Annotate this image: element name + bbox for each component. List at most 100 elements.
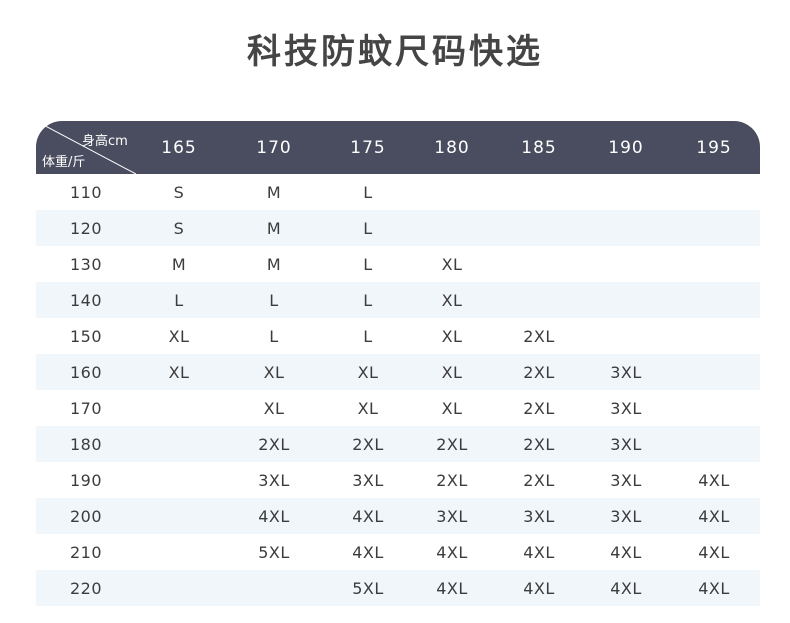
size-cell: 2XL bbox=[523, 434, 555, 454]
size-cell: M bbox=[266, 254, 282, 274]
size-cell bbox=[494, 282, 584, 318]
size-cell: 4XL bbox=[436, 578, 468, 598]
size-cell: L bbox=[174, 290, 184, 310]
weight-axis-label: 体重/斤 bbox=[42, 155, 86, 170]
header-height-3: 180 bbox=[434, 137, 470, 158]
size-cell: 3XL bbox=[610, 398, 642, 418]
size-cell: 4XL bbox=[698, 578, 730, 598]
header-height-1: 170 bbox=[256, 137, 292, 158]
header-height-6: 195 bbox=[696, 137, 732, 158]
size-cell: 2XL bbox=[436, 434, 468, 454]
size-cell: L bbox=[269, 326, 279, 346]
table-row: 130 M M L XL bbox=[36, 246, 760, 282]
size-cell: 2XL bbox=[523, 362, 555, 382]
size-cell: 5XL bbox=[352, 578, 384, 598]
weight-cell: 110 bbox=[69, 182, 103, 202]
size-cell: M bbox=[171, 254, 187, 274]
size-cell bbox=[136, 426, 222, 462]
size-cell bbox=[668, 174, 760, 210]
size-cell: XL bbox=[441, 362, 463, 382]
size-cell bbox=[584, 318, 668, 354]
size-cell: 3XL bbox=[436, 506, 468, 526]
height-axis-label: 身高cm bbox=[82, 134, 128, 149]
weight-cell: 140 bbox=[69, 290, 103, 310]
size-cell: XL bbox=[263, 398, 285, 418]
size-cell bbox=[410, 210, 494, 246]
header-height-4: 185 bbox=[521, 137, 557, 158]
size-cell bbox=[494, 246, 584, 282]
size-cell: 4XL bbox=[610, 542, 642, 562]
table-row: 150 XL L L XL 2XL bbox=[36, 318, 760, 354]
table-row: 200 4XL 4XL 3XL 3XL 3XL 4XL bbox=[36, 498, 760, 534]
size-cell: 2XL bbox=[436, 470, 468, 490]
size-cell: 4XL bbox=[523, 578, 555, 598]
size-cell: XL bbox=[168, 326, 190, 346]
weight-cell: 210 bbox=[69, 542, 103, 562]
table-row: 180 2XL 2XL 2XL 2XL 3XL bbox=[36, 426, 760, 462]
size-cell: 4XL bbox=[523, 542, 555, 562]
weight-cell: 120 bbox=[69, 218, 103, 238]
size-cell bbox=[668, 354, 760, 390]
size-cell: L bbox=[363, 182, 373, 202]
table-row: 170 XL XL XL 2XL 3XL bbox=[36, 390, 760, 426]
size-cell bbox=[136, 462, 222, 498]
weight-cell: 180 bbox=[69, 434, 103, 454]
size-cell bbox=[584, 210, 668, 246]
size-cell: 3XL bbox=[610, 434, 642, 454]
page-title: 科技防蚊尺码快选 bbox=[247, 32, 543, 72]
size-cell: XL bbox=[263, 362, 285, 382]
size-cell: S bbox=[173, 182, 185, 202]
size-cell: XL bbox=[168, 362, 190, 382]
size-cell bbox=[136, 498, 222, 534]
size-cell: 3XL bbox=[610, 506, 642, 526]
size-cell: 4XL bbox=[436, 542, 468, 562]
size-cell: S bbox=[173, 218, 185, 238]
table-row: 120 S M L bbox=[36, 210, 760, 246]
size-cell: XL bbox=[441, 326, 463, 346]
size-cell bbox=[668, 426, 760, 462]
size-cell: 5XL bbox=[258, 542, 290, 562]
size-cell: L bbox=[269, 290, 279, 310]
size-cell: 2XL bbox=[523, 398, 555, 418]
weight-cell: 190 bbox=[69, 470, 103, 490]
size-cell: 2XL bbox=[258, 434, 290, 454]
size-cell: L bbox=[363, 254, 373, 274]
size-cell bbox=[668, 210, 760, 246]
size-cell bbox=[668, 246, 760, 282]
size-cell: L bbox=[363, 218, 373, 238]
size-cell bbox=[668, 282, 760, 318]
table-row: 140 L L L XL bbox=[36, 282, 760, 318]
size-cell: 4XL bbox=[698, 506, 730, 526]
size-cell bbox=[584, 174, 668, 210]
size-cell bbox=[222, 570, 326, 606]
size-cell bbox=[410, 174, 494, 210]
size-cell: 4XL bbox=[698, 542, 730, 562]
size-cell: 4XL bbox=[352, 506, 384, 526]
size-cell bbox=[668, 390, 760, 426]
size-cell: 4XL bbox=[610, 578, 642, 598]
size-cell: XL bbox=[441, 290, 463, 310]
size-cell bbox=[584, 246, 668, 282]
table-row: 210 5XL 4XL 4XL 4XL 4XL 4XL bbox=[36, 534, 760, 570]
size-cell bbox=[494, 210, 584, 246]
table-body: 110 S M L 120 S M L 130 M M L XL 140 L L L XL 150 XL L L XL 2XL… bbox=[36, 174, 760, 606]
size-cell: M bbox=[266, 182, 282, 202]
size-cell: 3XL bbox=[352, 470, 384, 490]
size-cell: 2XL bbox=[523, 326, 555, 346]
size-cell: 4XL bbox=[698, 470, 730, 490]
size-cell bbox=[494, 174, 584, 210]
size-cell: L bbox=[363, 290, 373, 310]
size-cell bbox=[584, 282, 668, 318]
size-cell: 4XL bbox=[258, 506, 290, 526]
table-row: 110 S M L bbox=[36, 174, 760, 210]
size-cell: 3XL bbox=[610, 470, 642, 490]
size-cell: 2XL bbox=[523, 470, 555, 490]
size-cell: 3XL bbox=[610, 362, 642, 382]
table-row: 160 XL XL XL XL 2XL 3XL bbox=[36, 354, 760, 390]
weight-cell: 150 bbox=[69, 326, 103, 346]
weight-cell: 130 bbox=[69, 254, 103, 274]
weight-cell: 200 bbox=[69, 506, 103, 526]
size-cell: M bbox=[266, 218, 282, 238]
header-height-0: 165 bbox=[161, 137, 197, 158]
weight-cell: 220 bbox=[69, 578, 103, 598]
